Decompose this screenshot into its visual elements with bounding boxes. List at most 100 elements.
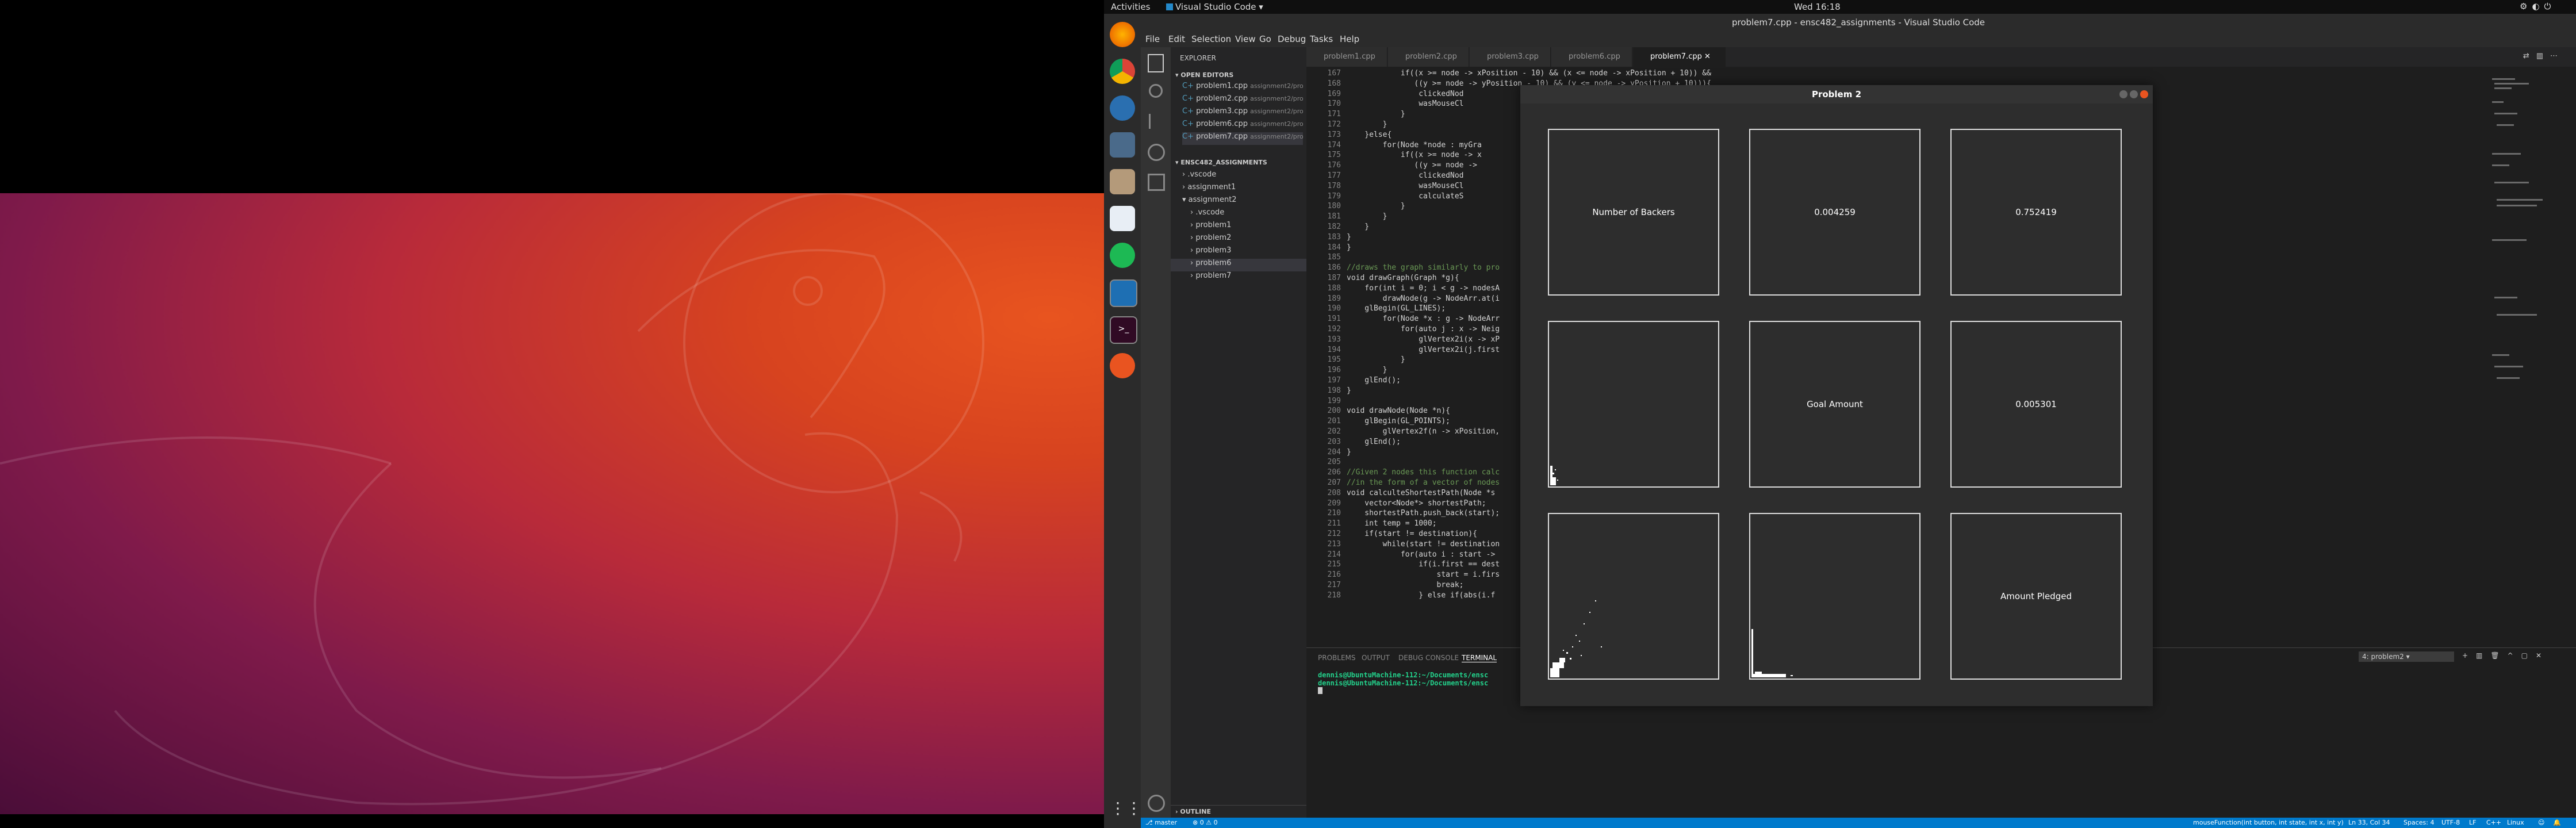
- vscode-icon[interactable]: [1110, 279, 1137, 307]
- feedback-icon[interactable]: ☺: [2538, 819, 2544, 826]
- settings-icon[interactable]: [1110, 132, 1135, 158]
- activities-button[interactable]: Activities: [1111, 2, 1150, 12]
- search-icon[interactable]: [1149, 84, 1163, 98]
- tree-folder-problem1[interactable]: › problem1: [1171, 221, 1306, 233]
- menu-go[interactable]: Go: [1259, 34, 1271, 44]
- line-number: 176: [1327, 161, 1341, 170]
- code-line: break;: [1347, 581, 1464, 589]
- minimap[interactable]: [2486, 67, 2576, 647]
- menu-edit[interactable]: Edit: [1168, 34, 1185, 44]
- close-icon[interactable]: [2140, 90, 2148, 98]
- line-ending[interactable]: LF: [2469, 819, 2476, 826]
- bell-icon[interactable]: 🔔: [2553, 819, 2561, 826]
- close-tab-icon[interactable]: ✕: [1704, 52, 1711, 61]
- menu-tasks[interactable]: Tasks: [1310, 34, 1333, 44]
- menu-file[interactable]: File: [1145, 34, 1160, 44]
- code-line: }: [1347, 120, 1387, 129]
- clock[interactable]: Wed 16:18: [1794, 2, 1841, 12]
- app-menu[interactable]: Visual Studio Code ▾: [1166, 2, 1263, 12]
- terminal-select[interactable]: 4: problem2 ▾: [2359, 651, 2454, 662]
- minimize-icon[interactable]: [2119, 90, 2128, 98]
- tab-problem6[interactable]: problem6.cpp: [1551, 47, 1632, 67]
- current-function[interactable]: mouseFunction(int button, int state, int…: [2193, 819, 2344, 826]
- code-line: //in the form of a vector of nodes: [1347, 478, 1500, 487]
- explorer-icon[interactable]: [1148, 54, 1164, 72]
- show-applications-icon[interactable]: ⋮⋮: [1110, 796, 1142, 821]
- panel-tab-output[interactable]: OUTPUT: [1362, 654, 1390, 662]
- code-line: }: [1347, 223, 1370, 231]
- file-path: assignment2/pro...: [1250, 95, 1303, 102]
- open-editor-item[interactable]: C+ problem6.cpp assignment2/pro...: [1182, 120, 1303, 132]
- terminal-output[interactable]: dennis@UbuntuMachine-112:~/Documents/ens…: [1318, 671, 1488, 694]
- code-line: shortestPath.push_back(start);: [1347, 509, 1500, 518]
- line-number: 185: [1327, 253, 1341, 262]
- tree-folder-vscode-sub[interactable]: › .vscode: [1171, 208, 1306, 221]
- debug-icon[interactable]: [1148, 144, 1165, 161]
- editor-actions[interactable]: ⇄▥⋯: [2523, 52, 2564, 60]
- spotify-icon[interactable]: [1110, 243, 1135, 268]
- line-number: 188: [1327, 283, 1341, 293]
- menu-selection[interactable]: Selection: [1191, 34, 1231, 44]
- open-editor-item-active[interactable]: C+ problem7.cpp assignment2/pro...: [1182, 132, 1303, 145]
- menu-view[interactable]: View: [1235, 34, 1256, 44]
- open-editor-item[interactable]: C+ problem1.cpp assignment2/pro...: [1182, 82, 1303, 94]
- line-number: 199: [1327, 396, 1341, 405]
- problems-count[interactable]: ⊗ 0 ⚠ 0: [1193, 819, 1218, 826]
- extensions-icon[interactable]: [1148, 174, 1165, 191]
- menu-debug[interactable]: Debug: [1278, 34, 1306, 44]
- open-editor-item[interactable]: C+ problem2.cpp assignment2/pro...: [1182, 94, 1303, 107]
- tab-problem2[interactable]: problem2.cpp: [1388, 47, 1469, 67]
- tree-folder-problem2[interactable]: › problem2: [1171, 233, 1306, 246]
- platform[interactable]: Linux: [2507, 819, 2524, 826]
- tree-folder-assignment1[interactable]: › assignment1: [1171, 183, 1306, 195]
- tab-problem7-active[interactable]: problem7.cpp ✕: [1633, 47, 1726, 67]
- problem2-titlebar[interactable]: Problem 2: [1520, 85, 2153, 103]
- manage-gear-icon[interactable]: [1148, 795, 1165, 812]
- indentation[interactable]: Spaces: 4: [2404, 819, 2434, 826]
- tree-folder-vscode[interactable]: › .vscode: [1171, 170, 1306, 183]
- system-tray-icons[interactable]: ⚙◐⏻: [2520, 1, 2555, 12]
- open-editor-item[interactable]: C+ problem3.cpp assignment2/pro...: [1182, 107, 1303, 120]
- language-mode[interactable]: C++: [2486, 819, 2501, 826]
- tree-folder-assignment2[interactable]: ▾ assignment2: [1171, 195, 1306, 208]
- software-center-icon[interactable]: [1110, 353, 1135, 378]
- matrix-cell: 0.005301: [1950, 321, 2122, 488]
- tree-label: problem2: [1195, 233, 1232, 242]
- tree-folder-problem6[interactable]: › problem6: [1171, 259, 1306, 271]
- wallpaper-bottom-bar: [0, 814, 1104, 828]
- maximize-icon[interactable]: [2130, 90, 2138, 98]
- git-branch[interactable]: ⎇ master: [1145, 819, 1177, 826]
- code-line: while(start != destination: [1347, 539, 1500, 549]
- files-icon[interactable]: [1110, 169, 1135, 194]
- tab-label: problem6.cpp: [1569, 52, 1620, 61]
- tree-folder-problem3[interactable]: › problem3: [1171, 246, 1306, 259]
- cursor-position[interactable]: Ln 33, Col 34: [2348, 819, 2390, 826]
- open-editors-header[interactable]: ▾ OPEN EDITORS: [1175, 71, 1233, 79]
- outline-header[interactable]: › OUTLINE: [1171, 805, 1306, 818]
- source-control-icon[interactable]: [1149, 114, 1162, 129]
- tab-problem3[interactable]: problem3.cpp: [1470, 47, 1551, 67]
- encoding[interactable]: UTF-8: [2441, 819, 2460, 826]
- code-line: }else{: [1347, 130, 1392, 139]
- chrome-icon[interactable]: [1110, 59, 1135, 84]
- firefox-icon[interactable]: [1110, 22, 1135, 47]
- tree-folder-problem7[interactable]: › problem7: [1171, 271, 1306, 284]
- panel-tab-problems[interactable]: PROBLEMS: [1318, 654, 1356, 662]
- thunderbird-icon[interactable]: [1110, 95, 1135, 121]
- writer-icon[interactable]: [1110, 206, 1135, 231]
- panel-tab-terminal[interactable]: TERMINAL: [1462, 654, 1497, 662]
- terminal-icon[interactable]: >_: [1110, 316, 1137, 344]
- scatter-plot: [1751, 629, 1793, 677]
- vscode-titlebar: problem7.cpp - ensc482_assignments - Vis…: [1141, 14, 2576, 31]
- app-menu-label: Visual Studio Code: [1175, 2, 1256, 12]
- tab-problem1[interactable]: problem1.cpp: [1306, 47, 1387, 67]
- code-line: //Given 2 nodes this function calc: [1347, 468, 1500, 477]
- project-header[interactable]: ▾ ENSC482_ASSIGNMENTS: [1175, 159, 1267, 166]
- menu-help[interactable]: Help: [1340, 34, 1359, 44]
- file-name: problem7.cpp: [1196, 132, 1248, 141]
- status-bar: ⎇ master ⊗ 0 ⚠ 0 mouseFunction(int butto…: [1141, 818, 2576, 828]
- line-number: 167: [1327, 69, 1341, 78]
- panel-actions[interactable]: +▥🗑^▢✕: [2462, 651, 2550, 660]
- line-number: 209: [1327, 499, 1341, 508]
- panel-tab-debug-console[interactable]: DEBUG CONSOLE: [1398, 654, 1459, 662]
